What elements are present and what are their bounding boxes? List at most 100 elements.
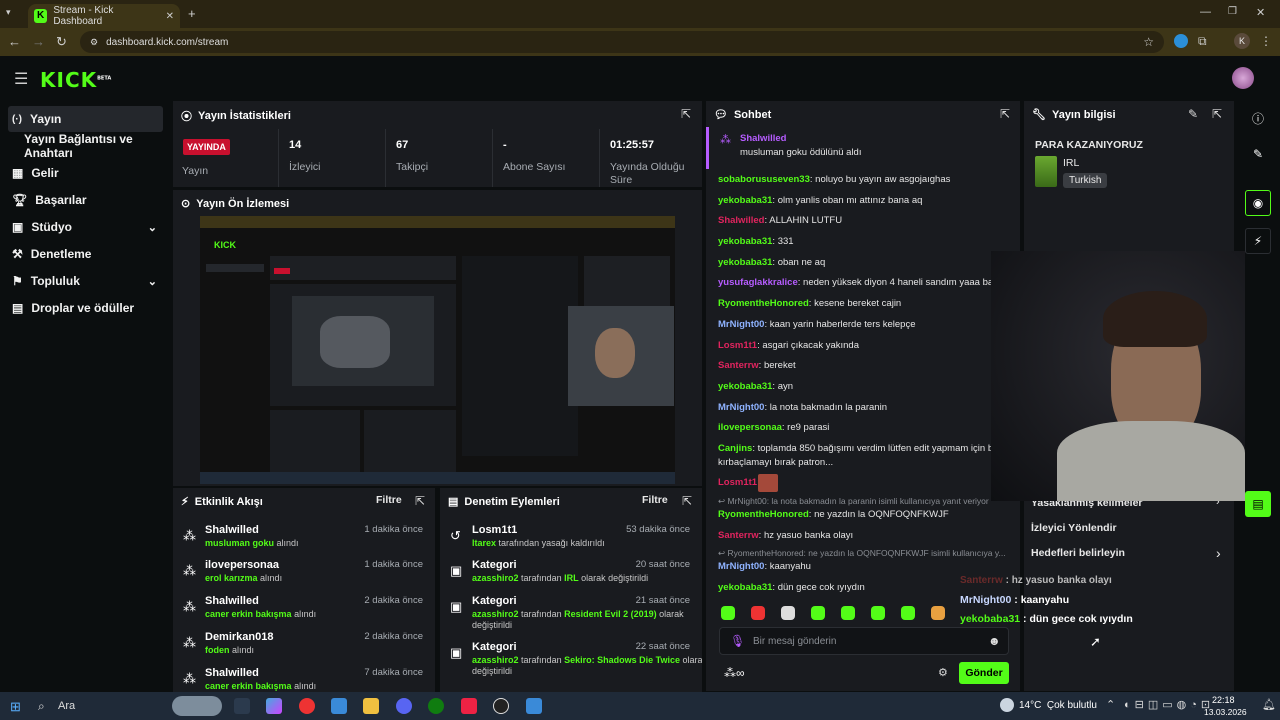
close-tab-icon[interactable]: ✕: [166, 11, 174, 22]
extensions-puzzle-icon[interactable]: ⧉: [1198, 34, 1207, 49]
emote-icon[interactable]: [721, 606, 735, 620]
microphone-icon[interactable]: 🎙︎: [730, 634, 745, 648]
chat-message: MrNight00: kaanyahu: [718, 561, 811, 572]
sidebar-item-studyo[interactable]: ▣ Stüdyo ⌄: [8, 214, 163, 240]
weather-text[interactable]: 14°C Çok bulutlu: [1019, 700, 1097, 711]
file-explorer-icon[interactable]: [363, 698, 379, 714]
edit-pencil-icon[interactable]: ✎: [1245, 141, 1271, 167]
reward-icon: ⁂: [720, 134, 731, 146]
chat-message: RyomentheHonored: kesene bereket cajin: [718, 298, 902, 309]
emote-icon[interactable]: [781, 606, 795, 620]
popout-icon[interactable]: ⇱: [1000, 107, 1010, 121]
camera-icon[interactable]: ◉: [1245, 190, 1271, 216]
search-highlight-image: [172, 696, 222, 716]
info-icon[interactable]: ⓘ: [1245, 105, 1271, 131]
tray-chevron-icon[interactable]: ⌃: [1106, 698, 1115, 711]
browser-tab[interactable]: K Stream - Kick Dashboard ✕: [28, 4, 180, 28]
sidebar-item-label: Droplar ve ödüller: [31, 301, 135, 315]
chat-input[interactable]: 🎙︎ Bir mesaj gönderin ☻: [719, 627, 1009, 655]
filter-button[interactable]: Filtre: [376, 494, 402, 506]
kick-favicon-icon: K: [34, 9, 48, 23]
sidebar-item-stream-key[interactable]: Yayın Bağlantısı ve Anahtarı: [8, 132, 178, 160]
emote-icon[interactable]: [931, 606, 945, 620]
menu-raid[interactable]: İzleyici Yönlendir: [1031, 522, 1117, 534]
lightning-icon[interactable]: ⚡︎: [1245, 228, 1271, 254]
kick-reward-icon: ⁂: [183, 671, 196, 686]
notification-icon[interactable]: 🔔︎: [1262, 698, 1276, 711]
sidebar-item-topluluk[interactable]: ⚑ Topluluk ⌄: [8, 268, 163, 294]
chat-settings-icon[interactable]: ⚙: [938, 666, 948, 679]
kick-reward-icon: ⁂: [183, 528, 196, 543]
new-tab-icon[interactable]: +: [188, 6, 196, 21]
emote-icon[interactable]: [811, 606, 825, 620]
sidebar-item-yayin[interactable]: (·) Yayın: [8, 106, 163, 132]
panel-title: ▤ Denetim Eylemleri: [448, 495, 560, 509]
sidebar-item-gelir[interactable]: ▦ Gelir: [8, 160, 163, 186]
browser-menu-icon[interactable]: ⋮: [1260, 34, 1272, 48]
reload-icon[interactable]: ↻: [56, 34, 67, 50]
restore-icon[interactable]: ❐: [1228, 6, 1237, 17]
window-close-icon[interactable]: ✕: [1256, 6, 1265, 19]
bookmark-star-icon[interactable]: ☆: [1143, 35, 1154, 49]
stats-icon: ⦿: [181, 111, 192, 123]
search-icon[interactable]: ⌕: [38, 699, 45, 714]
tag-badge[interactable]: Turkish: [1063, 173, 1108, 188]
kick-reward-icon: ⁂: [183, 563, 196, 578]
emote-icon[interactable]: [901, 606, 915, 620]
chat-message: yekobaba31: oban ne aq: [718, 257, 826, 268]
emoji-icon[interactable]: ☻: [988, 634, 1001, 648]
sidebar-item-denetleme[interactable]: ⚒ Denetleme: [8, 241, 163, 267]
popout-icon[interactable]: ⇱: [681, 107, 691, 121]
lightning-icon: ⚡︎: [181, 496, 189, 508]
extension-icon[interactable]: [1174, 34, 1188, 48]
app-icon-3[interactable]: [526, 698, 542, 714]
site-info-icon[interactable]: ⚙: [90, 37, 98, 48]
discord-icon[interactable]: [396, 698, 412, 714]
user-avatar[interactable]: [1232, 67, 1254, 89]
url-field[interactable]: ⚙ dashboard.kick.com/stream ☆: [80, 31, 1164, 53]
activity-item: ⁂ Shalwilled 1 dakika önce musluman goku al…: [183, 524, 423, 548]
taskbar-search[interactable]: Ara: [58, 700, 75, 712]
chat-message: ilovepersonaa: re9 parasi: [718, 422, 830, 433]
windows-start-icon[interactable]: ⊞: [10, 699, 21, 715]
reply-context: ↩ RyomentheHonored: ne yazdın la OQNFOQN…: [718, 548, 1006, 558]
back-icon[interactable]: ←: [8, 34, 21, 49]
send-button[interactable]: Gönder: [959, 662, 1009, 684]
emote-icon[interactable]: [751, 606, 765, 620]
studio-icon: ▣: [12, 220, 24, 234]
tab-list-icon[interactable]: ▾: [6, 7, 11, 18]
task-view-icon[interactable]: [234, 698, 250, 714]
popout-icon[interactable]: ⇱: [1212, 107, 1222, 121]
edit-icon[interactable]: ✎: [1188, 107, 1198, 121]
profile-avatar[interactable]: K: [1234, 33, 1250, 49]
hamburger-menu-icon[interactable]: ☰: [14, 69, 28, 89]
category-name[interactable]: IRL: [1063, 157, 1079, 169]
pinned-user: Shalwilled: [740, 133, 787, 144]
filter-button[interactable]: Filtre: [642, 494, 668, 506]
category-icon: ▣: [450, 645, 463, 660]
popout-icon[interactable]: ⇱: [682, 494, 692, 508]
xbox-icon[interactable]: [428, 698, 444, 714]
copilot-icon[interactable]: [266, 698, 282, 714]
menu-goals[interactable]: Hedefleri belirleyin: [1031, 547, 1125, 559]
forward-icon[interactable]: →: [32, 34, 45, 49]
obs-icon[interactable]: [493, 698, 509, 714]
popout-icon[interactable]: ⇱: [415, 494, 425, 508]
kick-points-icon[interactable]: ⁂∞: [724, 666, 745, 680]
app-icon[interactable]: [331, 698, 347, 714]
minimize-icon[interactable]: —: [1200, 6, 1211, 18]
sidebar-item-basarilar[interactable]: 🏆︎ Başarılar: [8, 187, 163, 213]
clock-time[interactable]: 22:18: [1212, 695, 1235, 705]
emote-icon[interactable]: [871, 606, 885, 620]
tray-icons[interactable]: ◐⊟◫▭◍◔⊡: [1124, 698, 1214, 711]
chat-overlay-icon[interactable]: ▤: [1245, 491, 1271, 517]
category-thumbnail[interactable]: [1035, 156, 1057, 187]
document-icon: ▤: [448, 496, 459, 508]
chrome-icon[interactable]: [299, 698, 315, 714]
stream-preview-video[interactable]: KICK: [200, 216, 675, 484]
app-icon-2[interactable]: [461, 698, 477, 714]
emote-icon[interactable]: [841, 606, 855, 620]
sidebar-item-droplar[interactable]: ▤ Droplar ve ödüller: [8, 295, 163, 321]
clock-date[interactable]: 13.03.2026: [1204, 707, 1247, 717]
kick-logo[interactable]: KICKBETA: [40, 68, 111, 92]
